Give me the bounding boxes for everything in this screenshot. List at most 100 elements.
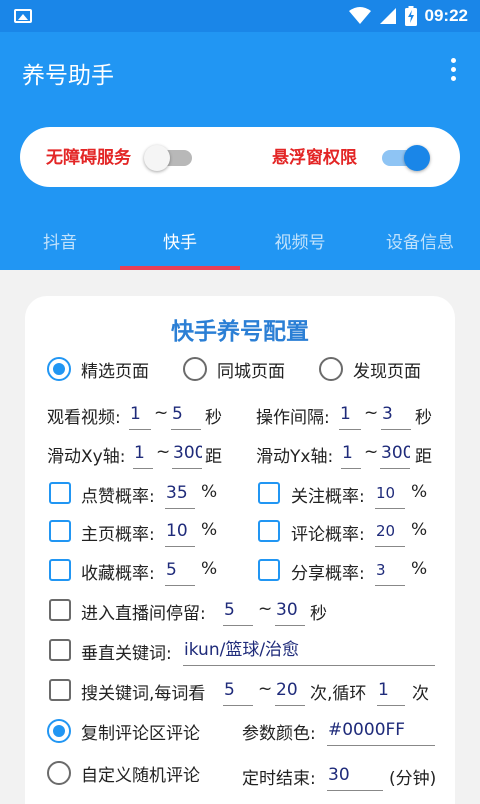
op-interval-min-input[interactable]: 1 xyxy=(339,400,361,430)
page-selection-row: 精选页面 同城页面 发现页面 xyxy=(25,351,455,387)
live-room-min-input[interactable]: 5 xyxy=(223,596,253,626)
share-probability-input[interactable]: 3 xyxy=(375,556,405,586)
vertical-keyword-input[interactable]: ikun/篮球/治愈 xyxy=(183,636,435,666)
like-checkbox[interactable] xyxy=(49,482,71,504)
search-keyword-sep: ~ xyxy=(258,679,273,699)
image-notification-icon xyxy=(14,9,32,23)
app-bar: 养号助手 无障碍服务 悬浮窗权限 抖音 快手 视频号 设备信息 xyxy=(0,32,480,270)
radio-discover-page-label: 发现页面 xyxy=(353,362,421,382)
radio-copy-comment-label: 复制评论区评论 xyxy=(81,724,200,744)
op-interval-max-input[interactable]: 3 xyxy=(381,400,411,430)
accessibility-service-toggle[interactable] xyxy=(144,143,194,171)
swipe-xy-unit: 距 xyxy=(205,447,222,467)
swipe-yx-sep: ~ xyxy=(364,442,379,462)
timer-unit: (分钟) xyxy=(389,769,437,789)
follow-probability-input[interactable]: 10 xyxy=(375,479,405,509)
op-interval-sep: ~ xyxy=(364,403,379,423)
search-keyword-label: 搜关键词,每词看 xyxy=(81,684,206,704)
radio-copy-comment[interactable] xyxy=(47,719,71,743)
swipe-yx-unit: 距 xyxy=(415,447,432,467)
homepage-unit: % xyxy=(201,520,218,540)
radio-local-page[interactable] xyxy=(183,357,207,381)
follow-unit: % xyxy=(411,482,428,502)
swipe-xy-max-input[interactable]: 300 xyxy=(172,439,202,469)
favorite-probability-input[interactable]: 5 xyxy=(165,556,195,586)
share-unit: % xyxy=(411,559,428,579)
live-room-row: 进入直播间停留: 5 ~ 30 秒 xyxy=(25,593,455,629)
config-title: 快手养号配置 xyxy=(171,319,309,345)
status-bar: 09:22 xyxy=(0,0,480,32)
search-keyword-loop-label: 次,循环 xyxy=(310,684,367,704)
search-keyword-min-input[interactable]: 5 xyxy=(223,676,253,706)
vertical-keyword-row: 垂直关键词: ikun/篮球/治愈 xyxy=(25,633,455,669)
swipe-yx-max-input[interactable]: 300 xyxy=(380,439,410,469)
follow-label: 关注概率: xyxy=(291,487,365,507)
watch-video-sep: ~ xyxy=(154,403,169,423)
tab-device-info[interactable]: 设备信息 xyxy=(360,228,480,253)
live-room-unit: 秒 xyxy=(310,604,327,624)
comment-unit: % xyxy=(411,520,428,540)
favorite-label: 收藏概率: xyxy=(81,564,155,584)
search-keyword-row: 搜关键词,每词看 5 ~ 20 次,循环 1 次 xyxy=(25,673,455,709)
swipe-yx-min-input[interactable]: 1 xyxy=(341,439,361,469)
radio-local-page-label: 同城页面 xyxy=(217,362,285,382)
swipe-xy-label: 滑动Xy轴: xyxy=(47,447,126,467)
live-room-label: 进入直播间停留: xyxy=(81,604,206,624)
radio-custom-comment-label: 自定义随机评论 xyxy=(81,766,200,786)
watch-video-unit: 秒 xyxy=(205,408,222,428)
search-keyword-loops-input[interactable]: 1 xyxy=(377,676,405,706)
share-label: 分享概率: xyxy=(291,564,365,584)
vertical-keyword-checkbox[interactable] xyxy=(49,639,71,661)
op-interval-label: 操作间隔: xyxy=(256,408,330,428)
radio-featured-page-label: 精选页面 xyxy=(81,362,149,382)
overlay-permission-toggle[interactable] xyxy=(382,143,430,171)
active-tab-indicator xyxy=(120,266,240,270)
search-keyword-unit: 次 xyxy=(412,684,429,704)
swipe-yx-label: 滑动Yx轴: xyxy=(256,447,334,467)
permissions-card: 无障碍服务 悬浮窗权限 xyxy=(20,127,460,187)
signal-icon xyxy=(379,8,396,24)
favorite-checkbox[interactable] xyxy=(49,559,71,581)
wifi-icon xyxy=(348,7,371,24)
homepage-comment-row: 主页概率: 10 % 评论概率: 20 % xyxy=(25,514,455,550)
swipe-xy-min-input[interactable]: 1 xyxy=(133,439,153,469)
watch-video-min-input[interactable]: 1 xyxy=(129,400,151,430)
accessibility-service-label: 无障碍服务 xyxy=(46,148,131,168)
search-keyword-max-input[interactable]: 20 xyxy=(275,676,305,706)
param-color-input[interactable]: #0000FF xyxy=(327,716,435,746)
share-checkbox[interactable] xyxy=(258,559,280,581)
comment-label: 评论概率: xyxy=(291,525,365,545)
homepage-label: 主页概率: xyxy=(81,525,155,545)
status-icons: 09:22 xyxy=(348,0,468,32)
comment-probability-input[interactable]: 20 xyxy=(375,517,405,547)
tab-douyin[interactable]: 抖音 xyxy=(0,228,120,253)
watch-video-max-input[interactable]: 5 xyxy=(171,400,201,430)
timing-row: 观看视频: 1 ~ 5 秒 操作间隔: 1 ~ 3 秒 xyxy=(25,397,455,433)
tab-kuaishou[interactable]: 快手 xyxy=(120,228,240,253)
vertical-keyword-label: 垂直关键词: xyxy=(81,644,172,664)
comment-checkbox[interactable] xyxy=(258,520,280,542)
custom-comment-row: 自定义随机评论 定时结束: 30 (分钟) xyxy=(25,755,455,791)
param-color-label: 参数颜色: xyxy=(242,724,316,744)
search-keyword-checkbox[interactable] xyxy=(49,679,71,701)
live-room-max-input[interactable]: 30 xyxy=(275,596,305,626)
radio-featured-page[interactable] xyxy=(47,357,71,381)
like-label: 点赞概率: xyxy=(81,487,155,507)
favorite-share-row: 收藏概率: 5 % 分享概率: 3 % xyxy=(25,553,455,589)
swipe-xy-sep: ~ xyxy=(156,442,171,462)
favorite-unit: % xyxy=(201,559,218,579)
like-follow-row: 点赞概率: 35 % 关注概率: 10 % xyxy=(25,476,455,512)
clock: 09:22 xyxy=(424,6,468,25)
radio-discover-page[interactable] xyxy=(319,357,343,381)
swipe-row: 滑动Xy轴: 1 ~ 300 距 滑动Yx轴: 1 ~ 300 距 xyxy=(25,436,455,472)
more-options-icon[interactable] xyxy=(450,58,458,82)
homepage-probability-input[interactable]: 10 xyxy=(165,517,195,547)
tab-shipinhao[interactable]: 视频号 xyxy=(240,228,360,253)
follow-checkbox[interactable] xyxy=(258,482,280,504)
watch-video-label: 观看视频: xyxy=(47,408,121,428)
timer-input[interactable]: 30 xyxy=(327,761,383,791)
homepage-checkbox[interactable] xyxy=(49,520,71,542)
like-probability-input[interactable]: 35 xyxy=(165,479,195,509)
radio-custom-comment[interactable] xyxy=(47,761,71,785)
live-room-checkbox[interactable] xyxy=(49,599,71,621)
